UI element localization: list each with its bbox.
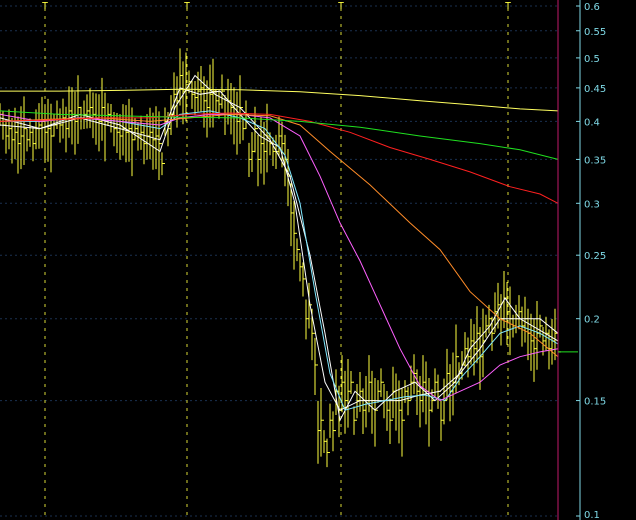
y-tick-label: 0.5 (584, 54, 600, 65)
y-tick-label: 0.1 (584, 510, 600, 520)
price-chart: T T T T 0.6 0.55 0.5 0.45 0.4 0.35 0.3 0.25 0.2 0.15… (0, 0, 636, 520)
y-tick-label: 0.4 (584, 117, 600, 128)
y-tick-label: 0.45 (584, 84, 606, 95)
y-tick-label: 0.6 (584, 2, 600, 13)
x-marker-glyph: T (184, 1, 190, 12)
y-tick-label: 0.15 (584, 397, 606, 408)
y-tick-label: 0.2 (584, 315, 600, 326)
x-marker-glyph: T (505, 1, 511, 12)
y-tick-label: 0.35 (584, 155, 606, 166)
y-tick-label: 0.3 (584, 199, 600, 210)
x-marker-glyph: T (42, 1, 48, 12)
y-tick-label: 0.55 (584, 27, 606, 38)
x-marker-glyph: T (338, 1, 344, 12)
y-tick-label: 0.25 (584, 251, 606, 262)
